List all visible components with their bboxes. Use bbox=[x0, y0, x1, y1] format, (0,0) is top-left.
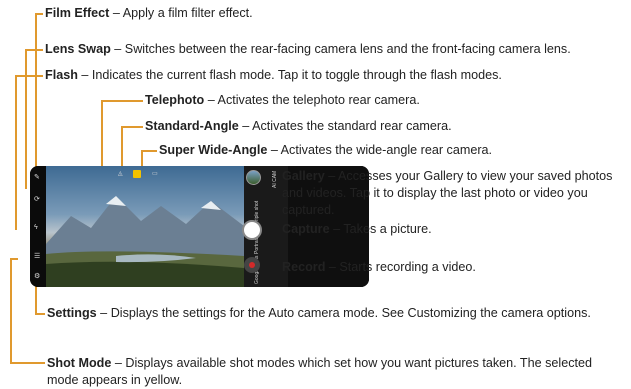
viewfinder-preview: ◬ ▭ bbox=[46, 166, 244, 287]
annotation-super-wide-angle: Super Wide-Angle – Activates the wide-an… bbox=[159, 142, 492, 159]
annotation-title: Super Wide-Angle bbox=[159, 143, 268, 157]
leader-line bbox=[141, 150, 157, 152]
annotation-title: Settings bbox=[47, 306, 97, 320]
annotation-title: Flash bbox=[45, 68, 78, 82]
annotation-desc: – Starts recording a video. bbox=[325, 260, 476, 274]
lens-selector: ◬ ▭ bbox=[118, 169, 174, 179]
leader-line bbox=[15, 75, 43, 77]
annotation-desc: – Accesses your Gallery to view your sav… bbox=[282, 169, 613, 217]
zoom-label: AI CAM bbox=[272, 170, 278, 188]
annotation-film-effect: Film Effect – Apply a film filter effect… bbox=[45, 5, 253, 22]
annotation-desc: – Switches between the rear-facing camer… bbox=[110, 42, 571, 56]
annotation-shot-mode: Shot Mode – Displays available shot mode… bbox=[47, 355, 607, 389]
annotation-title: Gallery bbox=[282, 169, 325, 183]
leader-line bbox=[121, 126, 123, 170]
super-wide-angle-button[interactable]: ▭ bbox=[152, 171, 158, 178]
annotation-desc: – Indicates the current flash mode. Tap … bbox=[77, 68, 502, 82]
settings-icon[interactable]: ⚙ bbox=[34, 273, 40, 280]
leader-line bbox=[35, 13, 37, 173]
mountain-landscape bbox=[46, 196, 244, 287]
annotation-desc: – Displays available shot modes which se… bbox=[47, 356, 593, 387]
annotation-title: Standard-Angle bbox=[145, 119, 239, 133]
annotation-record: Record – Starts recording a video. bbox=[282, 259, 476, 276]
annotation-desc: – Displays the settings for the Auto cam… bbox=[96, 306, 408, 320]
leader-line bbox=[25, 49, 27, 189]
film-effect-icon[interactable]: ✎ bbox=[34, 174, 40, 181]
annotation-desc: – Activates the wide-angle rear camera. bbox=[267, 143, 493, 157]
leader-line bbox=[10, 362, 45, 364]
leader-line bbox=[121, 126, 143, 128]
annotation-desc: – Activates the standard rear camera. bbox=[238, 119, 452, 133]
record-dot-icon bbox=[249, 262, 255, 268]
annotation-title: Lens Swap bbox=[45, 42, 111, 56]
leader-line bbox=[35, 13, 43, 15]
annotation-title: Film Effect bbox=[45, 6, 110, 20]
telephoto-button[interactable]: ◬ bbox=[118, 171, 123, 178]
leader-line bbox=[101, 100, 143, 102]
customizing-camera-options-link[interactable]: Customizing the camera options bbox=[408, 306, 588, 320]
gallery-thumbnail[interactable] bbox=[246, 170, 261, 185]
flash-icon[interactable]: ϟ bbox=[34, 224, 38, 231]
annotation-gallery: Gallery – Accesses your Gallery to view … bbox=[282, 168, 617, 219]
leader-line bbox=[25, 49, 43, 51]
leader-line bbox=[10, 258, 12, 363]
capture-button[interactable] bbox=[242, 220, 262, 240]
annotation-flash: Flash – Indicates the current flash mode… bbox=[45, 67, 502, 84]
leader-line bbox=[35, 313, 45, 315]
leader-line bbox=[35, 286, 37, 314]
annotation-title: Telephoto bbox=[145, 93, 205, 107]
leader-line bbox=[101, 100, 103, 170]
annotation-lens-swap: Lens Swap – Switches between the rear-fa… bbox=[45, 41, 571, 58]
annotation-capture: Capture – Takes a picture. bbox=[282, 221, 432, 238]
annotation-settings: Settings – Displays the settings for the… bbox=[47, 305, 617, 322]
left-toolbar: ✎ ⟳ ϟ ☰ ⚙ bbox=[30, 166, 46, 287]
standard-angle-button[interactable] bbox=[133, 170, 141, 178]
shot-mode-icon[interactable]: ☰ bbox=[34, 253, 40, 260]
annotation-end: . bbox=[587, 306, 591, 320]
annotation-desc: – Activates the telephoto rear camera. bbox=[204, 93, 420, 107]
record-button[interactable] bbox=[244, 257, 260, 273]
annotation-standard-angle: Standard-Angle – Activates the standard … bbox=[145, 118, 452, 135]
lens-swap-icon[interactable]: ⟳ bbox=[34, 196, 40, 203]
leader-line bbox=[10, 258, 18, 260]
annotation-title: Shot Mode bbox=[47, 356, 112, 370]
annotation-telephoto: Telephoto – Activates the telephoto rear… bbox=[145, 92, 420, 109]
annotation-desc: – Takes a picture. bbox=[329, 222, 432, 236]
annotation-title: Record bbox=[282, 260, 326, 274]
mode-item[interactable]: Portrait bbox=[254, 238, 260, 254]
leader-line bbox=[15, 75, 17, 230]
annotation-desc: – Apply a film filter effect. bbox=[109, 6, 253, 20]
annotation-title: Capture bbox=[282, 222, 330, 236]
